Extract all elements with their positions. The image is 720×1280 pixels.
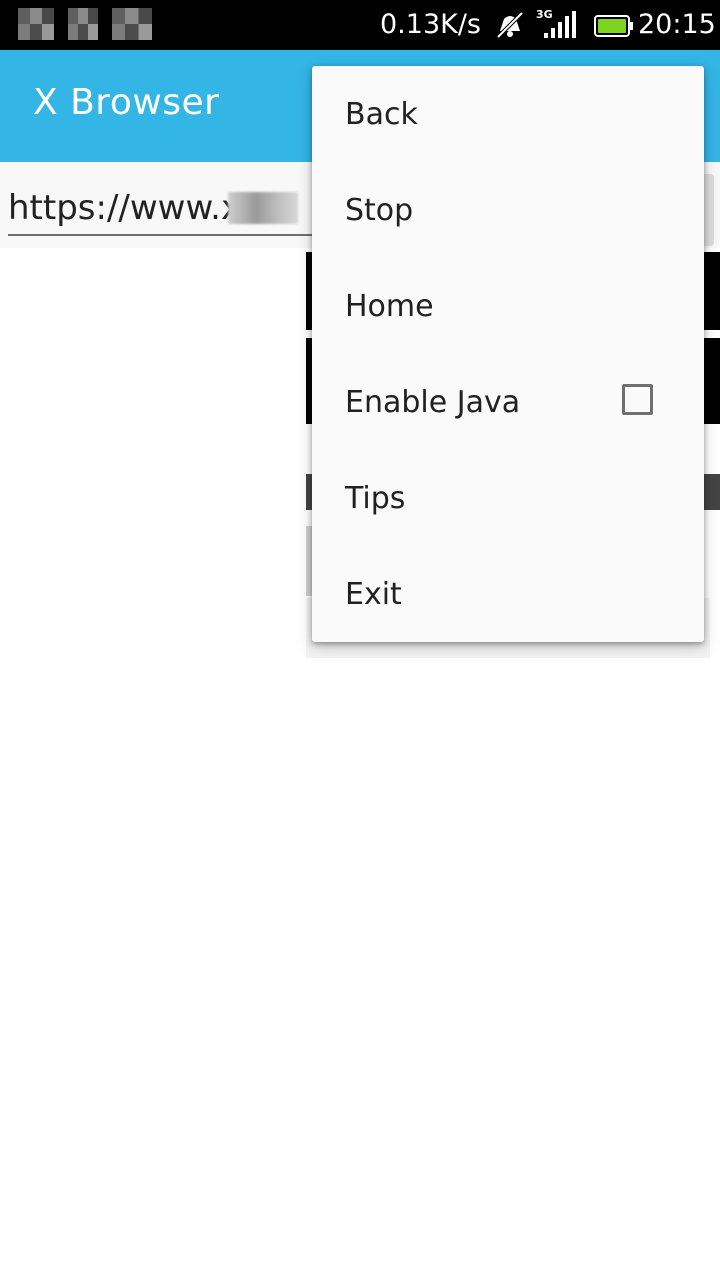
notification-icon (18, 8, 54, 40)
status-bar: 0.13K/s 3G 20:15 (0, 0, 720, 50)
network-speed: 0.13K/s (380, 9, 481, 40)
notification-icon (68, 8, 98, 40)
menu-item-label: Back (345, 96, 418, 132)
menu-item-label: Home (345, 288, 434, 324)
screen: 0.13K/s 3G 20:15 X Browser https://www.x… (0, 0, 720, 1280)
enable-java-checkbox[interactable] (622, 384, 653, 415)
notification-icons (18, 8, 152, 40)
app-title: X Browser (33, 82, 220, 123)
menu-item-label: Exit (345, 576, 402, 612)
menu-item-back[interactable]: Back (312, 66, 704, 162)
menu-item-home[interactable]: Home (312, 258, 704, 354)
menu-item-label: Tips (345, 480, 406, 516)
menu-item-label: Enable Java (345, 384, 521, 420)
menu-item-tips[interactable]: Tips (312, 450, 704, 546)
menu-item-stop[interactable]: Stop (312, 162, 704, 258)
menu-item-enable-java[interactable]: Enable Java (312, 354, 704, 450)
battery-icon (594, 15, 633, 37)
mute-icon (496, 11, 524, 39)
redacted-url-part (228, 192, 298, 224)
menu-item-label: Stop (345, 192, 414, 228)
signal-icon (544, 11, 576, 38)
notification-icon (112, 8, 152, 40)
clock: 20:15 (638, 9, 716, 40)
overflow-menu: Back Stop Home Enable Java Tips Exit (312, 66, 704, 642)
menu-item-exit[interactable]: Exit (312, 546, 704, 642)
